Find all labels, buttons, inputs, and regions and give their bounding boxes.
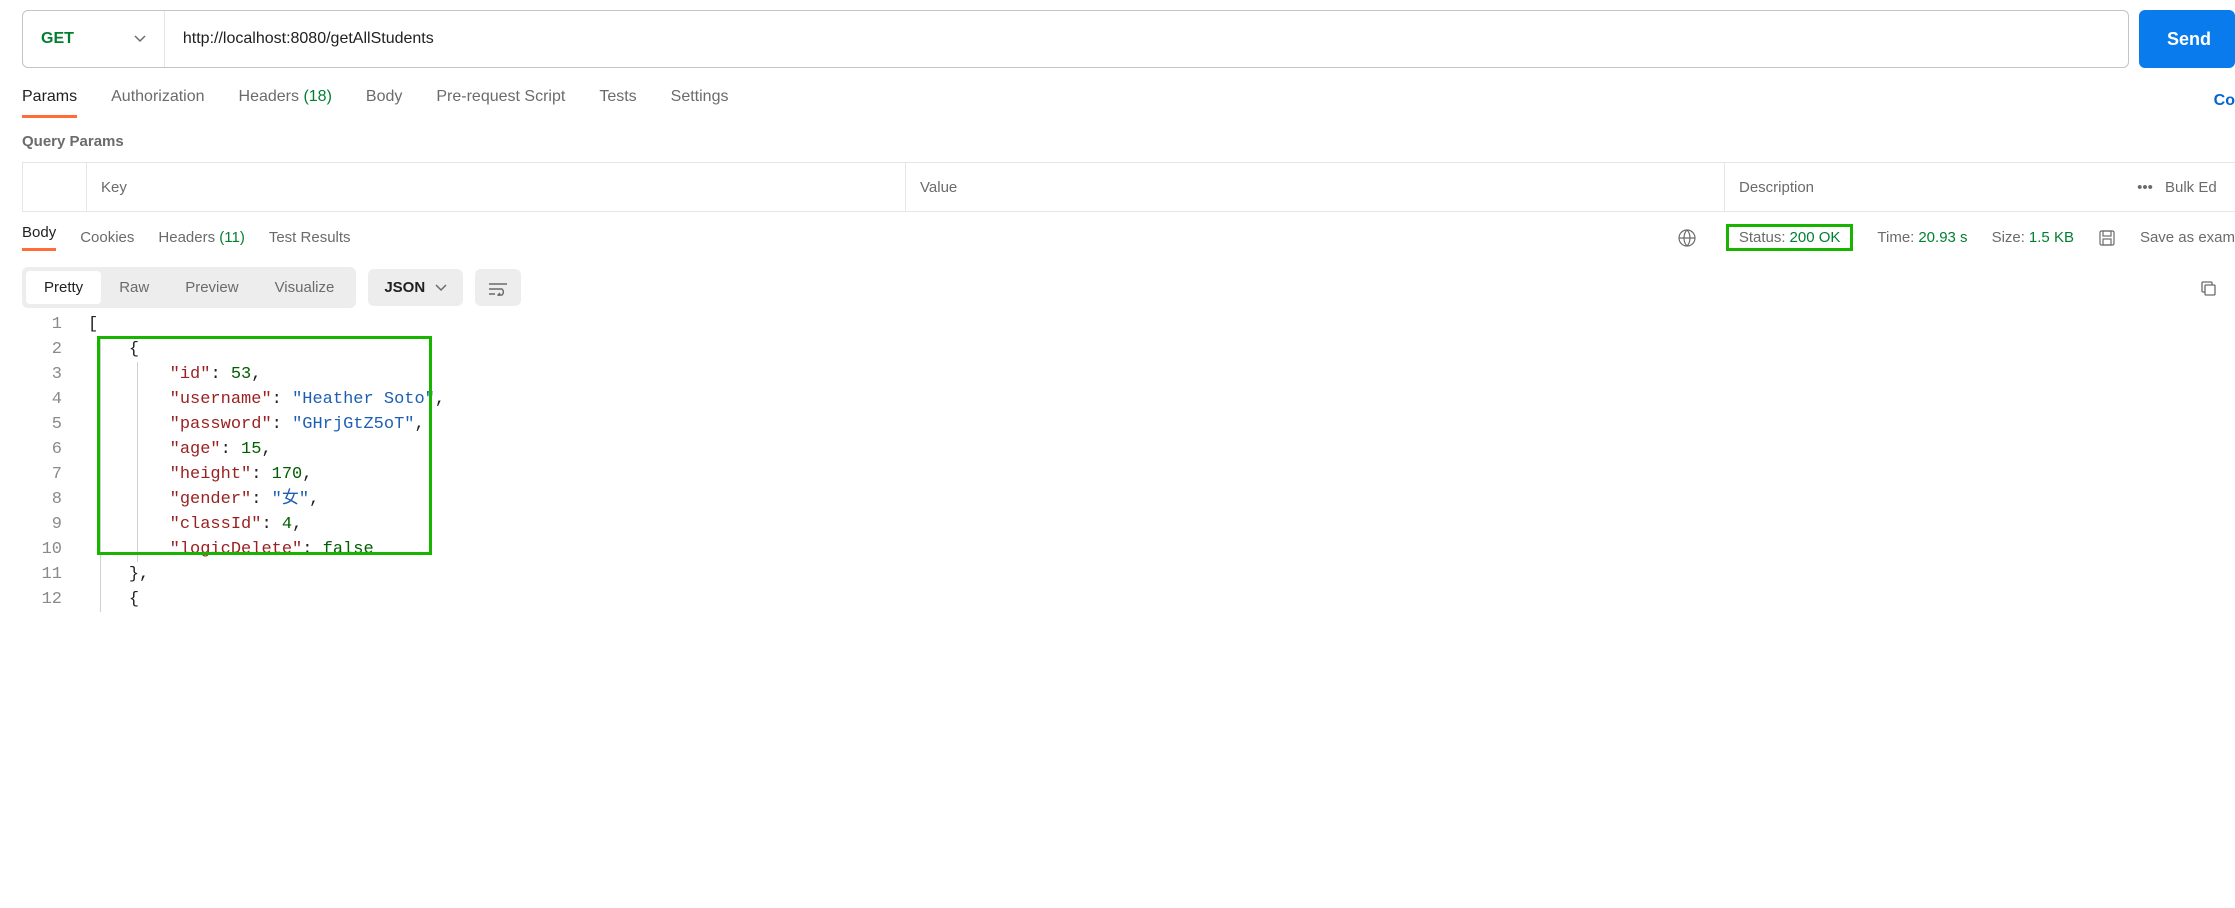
code-content: [ { "id": 53, "username": "Heather Soto"… [78,312,2235,612]
tab-settings[interactable]: Settings [671,84,729,118]
response-tab-headers-count: (11) [219,229,245,246]
tab-headers-label: Headers [239,88,299,105]
tab-prerequest[interactable]: Pre-request Script [436,84,565,118]
chevron-down-icon [134,33,146,45]
method-selector[interactable]: GET [23,11,165,67]
tab-authorization[interactable]: Authorization [111,84,204,118]
tab-body[interactable]: Body [366,84,402,118]
response-tabs: Body Cookies Headers (11) Test Results S… [22,216,2235,259]
response-time: Time: 20.93 s [1877,229,1967,246]
status-value: 200 OK [1790,229,1841,246]
mode-raw[interactable]: Raw [101,271,167,304]
bulk-edit-button[interactable]: Bulk Ed [2165,179,2235,196]
params-description-header: Description [1725,163,2125,211]
tab-headers-count: (18) [303,88,331,105]
query-params-heading: Query Params [22,133,2235,150]
tab-headers[interactable]: Headers (18) [239,84,332,118]
send-button[interactable]: Send [2139,10,2235,68]
response-status: Status: 200 OK [1726,224,1854,251]
response-tab-body[interactable]: Body [22,224,56,251]
size-value: 1.5 KB [2029,229,2074,246]
wrap-icon [489,282,507,296]
response-tab-headers-label: Headers [158,229,215,246]
time-value: 20.93 s [1918,229,1967,246]
size-label: Size: [1992,229,2025,246]
copy-button[interactable] [2193,272,2223,302]
view-modes: Pretty Raw Preview Visualize JSON [22,267,2235,308]
mode-visualize[interactable]: Visualize [257,271,353,304]
method-label: GET [41,30,74,48]
status-label: Status: [1739,229,1786,246]
save-as-example[interactable]: Save as exam [2140,229,2235,246]
params-key-header: Key [87,163,906,211]
params-more-button[interactable]: ••• [2125,179,2165,196]
request-row: GET Send [22,10,2235,68]
url-input[interactable] [165,11,2128,67]
tab-tests[interactable]: Tests [599,84,636,118]
request-tabs: Params Authorization Headers (18) Body P… [22,84,2235,119]
wrap-lines-button[interactable] [475,269,521,305]
mode-pretty[interactable]: Pretty [26,271,101,304]
time-label: Time: [1877,229,1914,246]
response-size: Size: 1.5 KB [1992,229,2074,246]
response-tab-cookies[interactable]: Cookies [80,229,134,246]
response-body-editor[interactable]: 1 2 3 4 5 6 7 8 9 10 11 12 [ { "id": 53,… [22,312,2235,612]
params-checkbox-col[interactable] [23,163,87,211]
params-value-header: Value [906,163,1725,211]
language-label: JSON [384,279,425,296]
view-mode-group: Pretty Raw Preview Visualize [22,267,356,308]
save-icon[interactable] [2098,229,2116,247]
chevron-down-icon [435,282,447,294]
request-input-wrap: GET [22,10,2129,68]
mode-preview[interactable]: Preview [167,271,256,304]
language-select[interactable]: JSON [368,269,463,306]
line-gutter: 1 2 3 4 5 6 7 8 9 10 11 12 [22,312,78,612]
response-tab-headers[interactable]: Headers (11) [158,229,244,246]
globe-icon[interactable] [1678,229,1696,247]
tab-params[interactable]: Params [22,84,77,118]
params-table-header: Key Value Description ••• Bulk Ed [22,162,2235,212]
copy-icon [2199,279,2217,297]
cookies-link[interactable]: Co [2214,92,2235,110]
response-tab-testresults[interactable]: Test Results [269,229,351,246]
